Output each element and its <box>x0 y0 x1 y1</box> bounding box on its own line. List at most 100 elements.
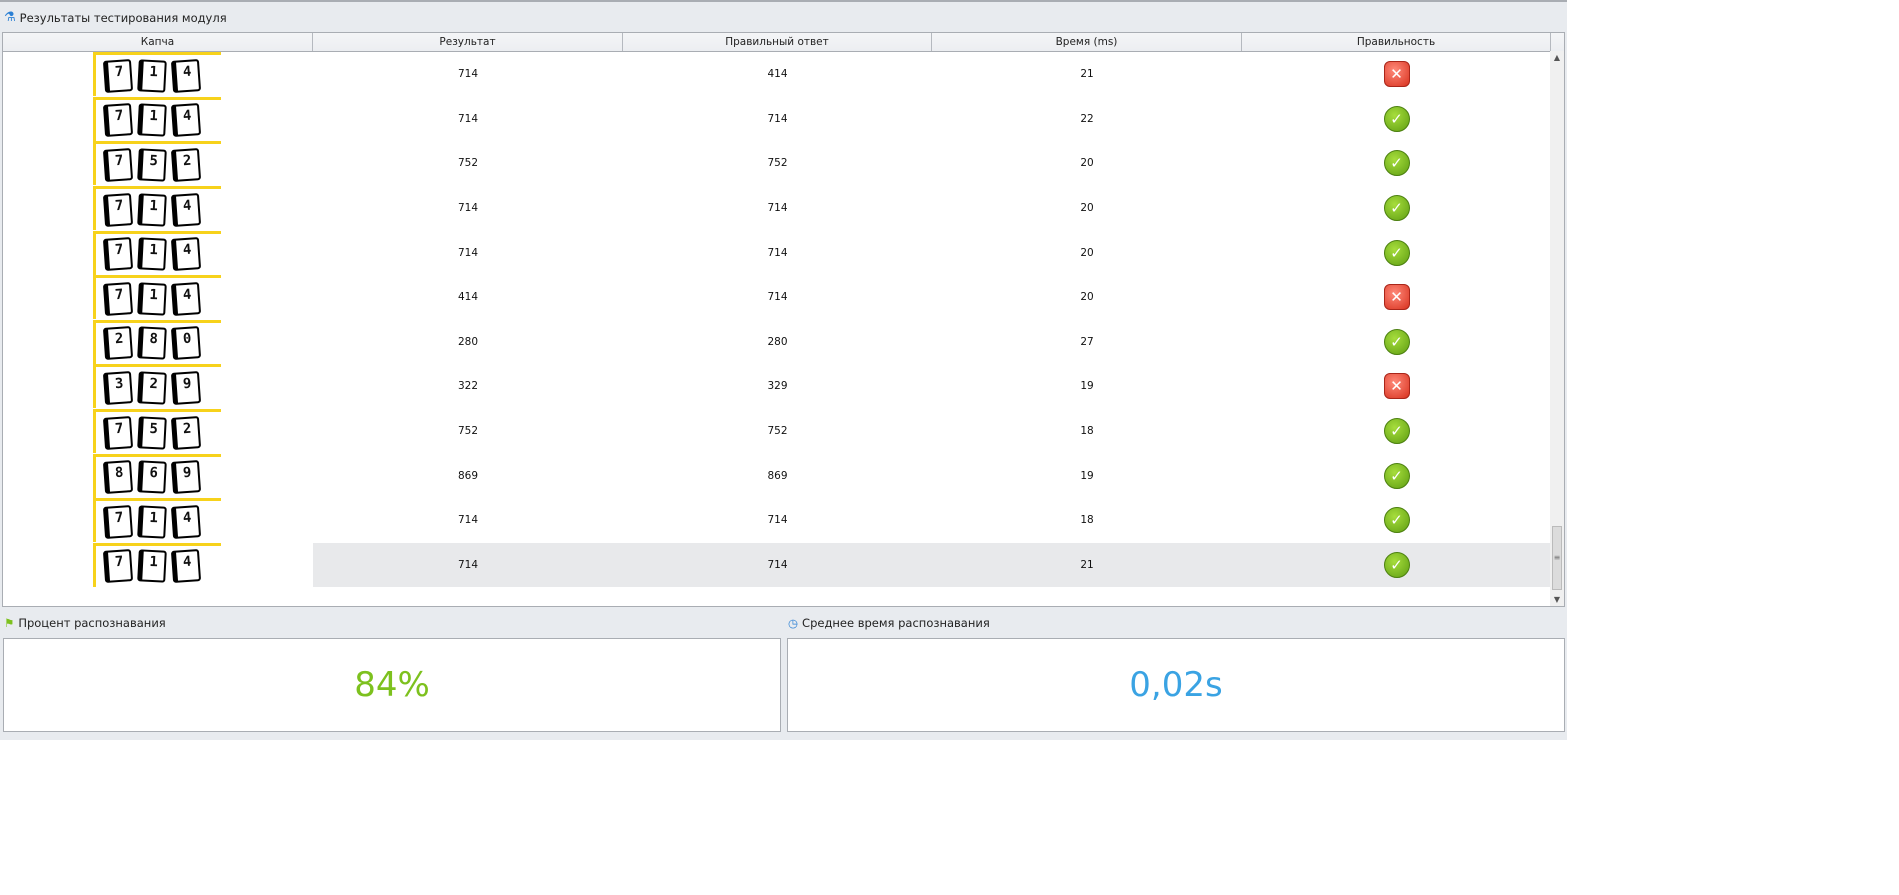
correctness-cell: ✓ <box>1242 409 1551 454</box>
result-cell: 714 <box>313 542 623 588</box>
time-cell: 20 <box>1080 157 1094 170</box>
captcha-key: 1 <box>137 192 167 227</box>
table-row[interactable]: 714 714 714 22 ✓ <box>3 96 1564 142</box>
check-icon: ✓ <box>1383 462 1410 489</box>
correctness-cell: ✓ <box>1242 141 1551 186</box>
answer-cell: 714 <box>623 542 932 588</box>
answer-cell: 869 <box>767 469 788 482</box>
captcha-cell: 752 <box>3 141 313 186</box>
captcha-key: 2 <box>170 148 202 182</box>
error-x-icon: ✕ <box>1383 373 1410 400</box>
result-cell: 752 <box>457 157 479 170</box>
captcha-image: 714 <box>93 186 221 231</box>
column-header-correctness[interactable]: Правильность <box>1242 33 1551 51</box>
table-row[interactable]: 714 714 714 20 ✓ <box>3 186 1564 231</box>
avg-time-label: ◷ Среднее время распознавания <box>788 616 990 630</box>
captcha-key: 7 <box>102 281 134 316</box>
captcha-key: 7 <box>102 504 134 539</box>
captcha-image: 714 <box>93 230 221 275</box>
captcha-key: 1 <box>137 237 167 271</box>
check-icon: ✓ <box>1383 239 1410 266</box>
captcha-key: 1 <box>137 103 167 138</box>
answer-cell: 714 <box>767 514 788 527</box>
captcha-cell: 714 <box>3 186 313 231</box>
captcha-key: 5 <box>137 415 167 450</box>
correctness-cell: ✕ <box>1242 275 1551 320</box>
table-row[interactable]: 714 414 714 20 ✕ <box>3 275 1564 320</box>
recognition-panel: 84% <box>3 638 781 732</box>
table-row[interactable]: 752 752 752 20 ✓ <box>3 141 1564 186</box>
captcha-key: 4 <box>170 504 202 539</box>
correctness-cell: ✓ <box>1242 542 1551 588</box>
recognition-percent: 84% <box>354 665 430 705</box>
time-cell: 20 <box>1080 202 1094 215</box>
time-cell: 20 <box>1080 291 1094 304</box>
avg-time-value: 0,02s <box>1129 665 1223 705</box>
answer-cell: 714 <box>767 112 788 125</box>
answer-cell: 714 <box>767 291 788 304</box>
check-icon: ✓ <box>1383 418 1410 445</box>
captcha-key: 4 <box>170 58 202 93</box>
captcha-key: 9 <box>170 460 202 495</box>
flask-icon: ⚗ <box>4 10 16 25</box>
time-cell: 19 <box>1080 469 1094 482</box>
captcha-key: 1 <box>137 282 167 316</box>
table-row[interactable]: 714 714 714 20 ✓ <box>3 230 1564 275</box>
time-cell: 20 <box>1080 246 1094 259</box>
scroll-up-icon[interactable]: ▲ <box>1550 53 1564 62</box>
correctness-cell: ✓ <box>1242 97 1551 142</box>
answer-cell: 752 <box>767 425 788 438</box>
captcha-cell: 714 <box>3 498 313 543</box>
captcha-image: 752 <box>93 409 221 454</box>
table-row[interactable]: 714 714 714 21 ✓ <box>3 542 1564 588</box>
captcha-key: 0 <box>170 326 202 361</box>
check-icon: ✓ <box>1383 105 1410 132</box>
answer-cell: 329 <box>767 380 788 393</box>
captcha-key: 4 <box>170 549 202 584</box>
captcha-key: 4 <box>170 192 202 227</box>
table-header: Капча Результат Правильный ответ Время (… <box>3 33 1564 52</box>
clock-icon: ◷ <box>788 616 799 630</box>
captcha-image: 714 <box>93 275 221 320</box>
scrollbar-thumb[interactable]: ≡ <box>1552 526 1562 590</box>
correctness-cell: ✓ <box>1242 498 1551 543</box>
captcha-image: 714 <box>93 542 221 587</box>
captcha-key: 9 <box>170 371 202 405</box>
captcha-key: 4 <box>170 103 202 138</box>
captcha-cell: 714 <box>3 275 313 320</box>
captcha-key: 8 <box>137 326 167 361</box>
check-icon: ✓ <box>1383 328 1410 355</box>
table-row[interactable]: 752 752 752 18 ✓ <box>3 409 1564 454</box>
flag-icon: ⚑ <box>4 616 15 630</box>
captcha-key: 4 <box>170 237 202 272</box>
captcha-key: 2 <box>137 371 167 405</box>
captcha-key: 7 <box>102 58 134 93</box>
check-icon: ✓ <box>1383 507 1410 534</box>
time-cell: 18 <box>1080 514 1094 527</box>
captcha-image: 752 <box>93 141 221 186</box>
captcha-key: 7 <box>102 192 134 227</box>
check-icon: ✓ <box>1383 195 1410 222</box>
result-cell: 322 <box>457 380 479 393</box>
recognition-label: ⚑ Процент распознавания <box>4 616 166 630</box>
captcha-image: 714 <box>93 498 221 543</box>
column-header-captcha[interactable]: Капча <box>3 33 313 51</box>
scroll-down-icon[interactable]: ▼ <box>1550 595 1564 604</box>
correctness-cell: ✓ <box>1242 453 1551 498</box>
captcha-key: 7 <box>102 237 134 272</box>
table-row[interactable]: 869 869 869 19 ✓ <box>3 453 1564 498</box>
captcha-cell: 714 <box>3 96 313 142</box>
table-row[interactable]: 280 280 280 27 ✓ <box>3 319 1564 365</box>
column-header-answer[interactable]: Правильный ответ <box>623 33 932 51</box>
correctness-cell: ✓ <box>1242 320 1551 365</box>
table-row[interactable]: 714 714 714 18 ✓ <box>3 498 1564 543</box>
table-row[interactable]: 329 322 329 19 ✕ <box>3 364 1564 409</box>
column-header-result[interactable]: Результат <box>313 33 623 51</box>
captcha-key: 1 <box>137 59 167 93</box>
results-title: ⚗ Результаты тестирования модуля <box>4 10 227 25</box>
vertical-scrollbar[interactable]: ▲ ≡ ▼ <box>1550 51 1564 606</box>
table-row[interactable]: 714 714 414 21 ✕ <box>3 52 1564 97</box>
column-header-time[interactable]: Время (ms) <box>932 33 1242 51</box>
captcha-image: 869 <box>93 453 221 498</box>
captcha-key: 5 <box>137 148 167 182</box>
